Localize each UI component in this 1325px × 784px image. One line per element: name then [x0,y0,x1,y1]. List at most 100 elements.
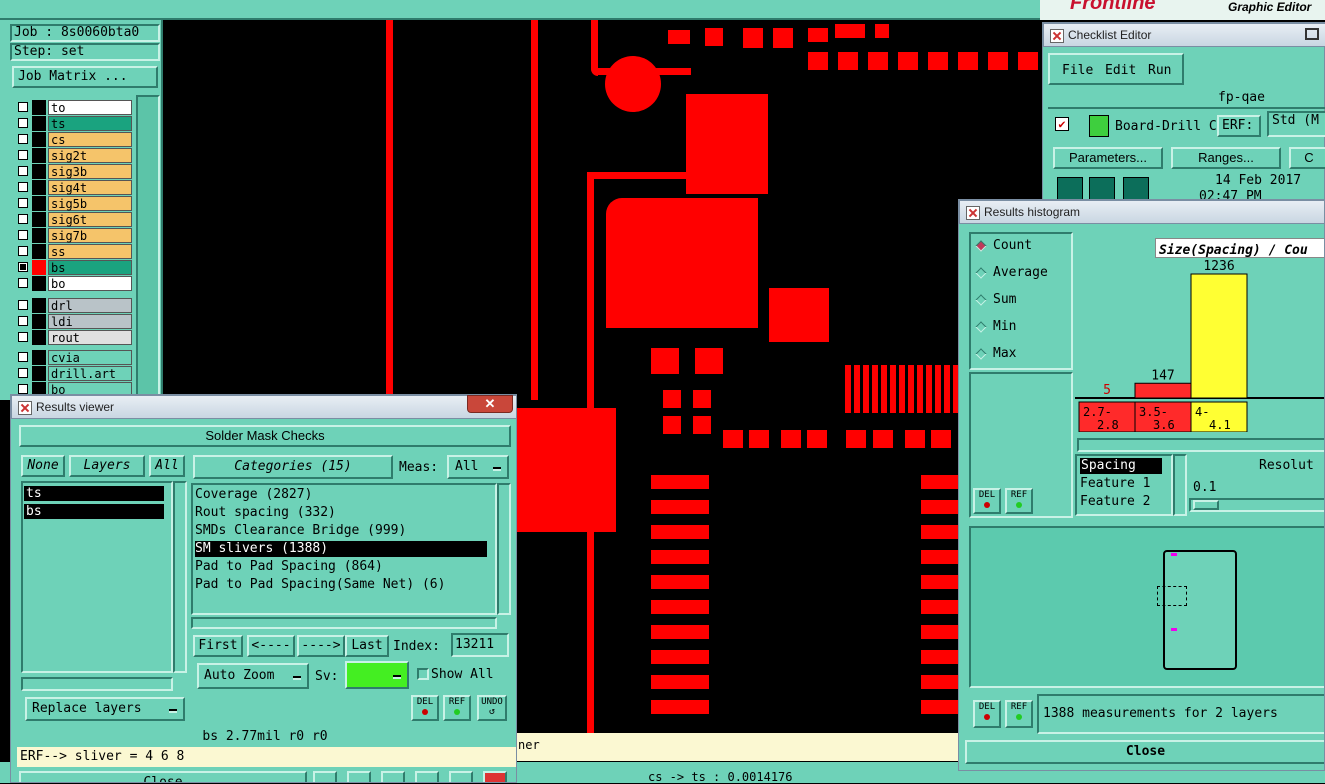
layer-checkbox[interactable] [18,230,28,240]
index-input[interactable]: 13211 [451,633,509,657]
preview-del-button[interactable]: DEL [973,700,1001,728]
show-all-checkbox[interactable] [417,668,429,680]
layer-color-swatch[interactable] [32,350,46,365]
last-button[interactable]: Last [345,635,389,657]
layer-name[interactable]: sig4t [48,180,132,195]
layer-checkbox[interactable] [18,384,28,394]
option-label-min[interactable]: Min [993,319,1016,334]
layer-name[interactable]: cvia [48,350,132,365]
run-icon-2[interactable] [1089,177,1115,201]
layer-color-swatch[interactable] [32,244,46,259]
layer-name[interactable]: ss [48,244,132,259]
layer-name[interactable]: sig5b [48,196,132,211]
layers-list-hscroll[interactable] [21,677,173,691]
layer-checkbox[interactable] [18,166,28,176]
layer-row-drl[interactable]: drl [14,298,132,313]
erf-value-field[interactable]: Std (M [1267,111,1325,137]
layer-checkbox[interactable] [18,332,28,342]
checklist-maximize-icon[interactable] [1305,28,1319,40]
layer-name[interactable]: bo [48,276,132,291]
layer-checkbox[interactable] [18,134,28,144]
layers-all-button[interactable]: All [149,455,185,477]
categories-vscroll[interactable] [497,483,511,615]
layer-row-sig7b[interactable]: sig7b [14,228,132,243]
layer-checkbox[interactable] [18,316,28,326]
run-icon-1[interactable] [1057,177,1083,201]
layer-name[interactable]: ts [48,116,132,131]
zoom-dropdown[interactable]: Auto Zoom [197,663,309,689]
layer-name[interactable]: drl [48,298,132,313]
layer-row-ss[interactable]: ss [14,244,132,259]
layer-color-swatch[interactable] [32,180,46,195]
layer-row-sig5b[interactable]: sig5b [14,196,132,211]
viewer-del-button[interactable]: DEL [411,695,439,721]
layer-checkbox[interactable] [18,102,28,112]
layer-row-bo[interactable]: bo [14,276,132,291]
layer-color-swatch[interactable] [32,100,46,115]
layer-color-swatch[interactable] [32,366,46,381]
preview-ref-button[interactable]: REF [1005,700,1033,728]
viewer-undo-button[interactable]: UNDO ↺ [477,695,507,721]
ranges-button[interactable]: Ranges... [1171,147,1281,169]
layer-checkbox[interactable] [18,118,28,128]
category-item[interactable]: Coverage (2827) [195,487,487,503]
layer-item-ts[interactable]: ts [24,486,164,501]
histogram-bar[interactable] [1190,273,1248,399]
category-item[interactable]: SMDs Clearance Bridge (999) [195,523,487,539]
viewer-close-button[interactable]: Close [19,771,307,782]
prev-button[interactable]: <---- [247,635,295,657]
erf-button[interactable]: ERF: [1217,115,1261,137]
replace-layers-dropdown[interactable]: Replace layers [25,697,185,721]
first-button[interactable]: First [193,635,243,657]
layer-name[interactable]: cs [48,132,132,147]
field-list-scrollbar[interactable] [1173,454,1187,516]
layer-row-rout[interactable]: rout [14,330,132,345]
menu-edit[interactable]: Edit [1105,63,1136,78]
tool-icon-2[interactable] [347,771,371,782]
severity-dropdown[interactable] [345,661,409,689]
layers-list-vscroll[interactable] [173,481,187,673]
layer-color-swatch[interactable] [32,116,46,131]
layer-name[interactable]: rout [48,330,132,345]
tool-icon-1[interactable] [313,771,337,782]
tool-icon-5[interactable] [449,771,473,782]
category-item[interactable]: Pad to Pad Spacing(Same Net) (6) [195,577,487,593]
layer-name[interactable]: sig2t [48,148,132,163]
option-label-max[interactable]: Max [993,346,1016,361]
meas-dropdown[interactable]: All [447,455,509,479]
layer-color-swatch[interactable] [32,228,46,243]
field-feature-1[interactable]: Feature 1 [1080,476,1150,491]
category-item[interactable]: Rout spacing (332) [195,505,487,521]
tool-icon-4[interactable] [415,771,439,782]
run-icon-3[interactable] [1123,177,1149,201]
layer-checkbox[interactable] [18,182,28,192]
histogram-bar[interactable] [1134,382,1192,399]
layer-checkbox[interactable] [18,352,28,362]
field-spacing[interactable]: Spacing [1080,458,1162,474]
check-row-label[interactable]: Board-Drill Che [1115,119,1232,134]
layer-name[interactable]: sig6t [48,212,132,227]
layer-color-swatch[interactable] [32,276,46,291]
next-button[interactable]: ----> [297,635,345,657]
layer-row-bs[interactable]: bs [14,260,132,275]
layer-row-sig4t[interactable]: sig4t [14,180,132,195]
third-button[interactable]: C [1289,147,1325,169]
resolution-slider-thumb[interactable] [1193,500,1219,510]
results-viewer-close-icon[interactable]: ✕ [467,395,513,413]
layer-color-swatch[interactable] [32,148,46,163]
layer-color-swatch[interactable] [32,196,46,211]
parameters-button[interactable]: Parameters... [1053,147,1163,169]
layer-row-ts[interactable]: ts [14,116,132,131]
histogram-close-button[interactable]: Close [965,740,1324,764]
viewer-ref-button[interactable]: REF [443,695,471,721]
layer-color-swatch[interactable] [32,212,46,227]
layer-row-drillart[interactable]: drill.art [14,366,132,381]
job-matrix-button[interactable]: Job Matrix ... [12,66,158,88]
chart-scrollbar[interactable] [1077,438,1324,452]
layer-checkbox[interactable] [18,262,28,272]
layer-checkbox[interactable] [18,150,28,160]
layer-color-swatch[interactable] [32,330,46,345]
histogram-del-button[interactable]: DEL [973,488,1001,514]
option-label-count[interactable]: Count [993,238,1032,253]
layer-row-sig3b[interactable]: sig3b [14,164,132,179]
